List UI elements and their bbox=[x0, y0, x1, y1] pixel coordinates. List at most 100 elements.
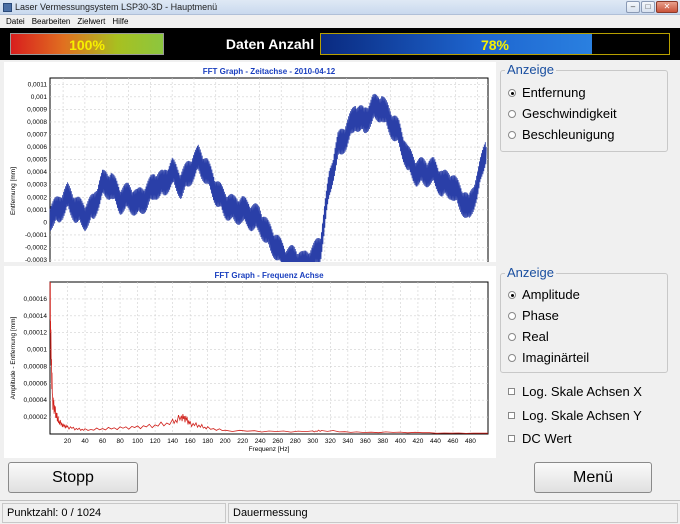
x-tick-label: 120 bbox=[150, 438, 161, 445]
anzeige-legend-2: Anzeige bbox=[505, 265, 556, 280]
window-controls: – □ ✕ bbox=[626, 1, 678, 13]
y-tick-label: 0,001 bbox=[31, 94, 48, 101]
close-button[interactable]: ✕ bbox=[656, 1, 678, 13]
x-tick-label: 20 bbox=[64, 438, 72, 445]
y-tick-label: 0,0001 bbox=[27, 347, 47, 354]
radio-imaginaerteil[interactable]: Imaginärteil bbox=[508, 350, 589, 365]
radio-real[interactable]: Real bbox=[508, 329, 549, 344]
x-tick-label: 340 bbox=[342, 438, 353, 445]
title-bar: Laser Vermessungsystem LSP30-3D - Hauptm… bbox=[0, 0, 680, 15]
radio-beschleunigung[interactable]: Beschleunigung bbox=[508, 127, 615, 142]
x-tick-label: 300 bbox=[307, 438, 318, 445]
y-tick-label: 0,00012 bbox=[24, 330, 48, 337]
x-tick-label: 440 bbox=[430, 438, 441, 445]
radio-dot bbox=[508, 311, 516, 320]
menu-bar: Datei Bearbeiten Zielwert Hilfe bbox=[0, 15, 680, 28]
radio-label: Imaginärteil bbox=[522, 350, 590, 365]
x-tick-label: 40 bbox=[81, 438, 89, 445]
y-tick-label: -0,0002 bbox=[25, 245, 47, 252]
window-title: Laser Vermessungsystem LSP30-3D - Hauptm… bbox=[15, 2, 218, 12]
y-tick-label: 0,0011 bbox=[28, 81, 48, 88]
radio-dot bbox=[508, 332, 516, 341]
x-tick-label: 220 bbox=[237, 438, 248, 445]
x-tick-label: 80 bbox=[116, 438, 124, 445]
radio-phase[interactable]: Phase bbox=[508, 308, 559, 323]
x-axis-label: Frequenz [Hz] bbox=[249, 446, 290, 453]
status-bar: Punktzahl: 0 / 1024 Dauermessung bbox=[0, 500, 680, 524]
x-tick-label: 140 bbox=[167, 438, 178, 445]
x-tick-label: 160 bbox=[185, 438, 196, 445]
frequency-graph: FFT Graph - Frequenz Achse 20 40 60 80 100 120… bbox=[4, 266, 496, 458]
y-tick-label: 0,00008 bbox=[24, 363, 48, 370]
x-tick-label: 380 bbox=[377, 438, 388, 445]
daten-anzahl-label: Daten Anzahl bbox=[225, 36, 315, 52]
frequency-graph-svg: FFT Graph - Frequenz Achse 20 40 60 80 100 120… bbox=[10, 271, 489, 453]
y-tick-label: 0,00004 bbox=[24, 397, 48, 404]
y-tick-label: 0,0002 bbox=[27, 194, 47, 201]
x-tick-label: 360 bbox=[360, 438, 371, 445]
radio-geschwindigkeit[interactable]: Geschwindigkeit bbox=[508, 106, 617, 121]
y-tick-label: 0,0008 bbox=[27, 119, 47, 126]
x-tick-label: 420 bbox=[412, 438, 423, 445]
y-axis-label: Amplitude - Entfernung [mm] bbox=[10, 316, 17, 399]
x-tick-label: 480 bbox=[465, 438, 476, 445]
y-tick-label: 0,00006 bbox=[24, 380, 48, 387]
radio-label: Beschleunigung bbox=[522, 127, 615, 142]
checkbox-label: Log. Skale Achsen X bbox=[522, 384, 642, 399]
y-tick-label: 0,0009 bbox=[27, 106, 47, 113]
radio-label: Phase bbox=[522, 308, 559, 323]
x-tick-label: 400 bbox=[395, 438, 406, 445]
radio-entfernung[interactable]: Entfernung bbox=[508, 85, 586, 100]
graph-title: FFT Graph - Zeitachse - 2010-04-12 bbox=[203, 67, 336, 76]
menu-datei[interactable]: Datei bbox=[6, 15, 25, 28]
y-tick-label: 0,0007 bbox=[27, 132, 47, 139]
menu-bearbeiten[interactable]: Bearbeiten bbox=[32, 15, 71, 28]
radio-dot bbox=[508, 130, 516, 139]
y-tick-label: 0,00002 bbox=[24, 414, 48, 421]
checkbox-label: DC Wert bbox=[522, 431, 572, 446]
x-tick-label: 200 bbox=[220, 438, 231, 445]
menu-zielwert[interactable]: Zielwert bbox=[77, 15, 105, 28]
radio-label: Real bbox=[522, 329, 549, 344]
checkbox-log-y[interactable]: Log. Skale Achsen Y bbox=[508, 408, 642, 423]
radio-label: Amplitude bbox=[522, 287, 580, 302]
time-graph: FFT Graph - Zeitachse - 2010-04-12501001… bbox=[4, 62, 496, 262]
y-tick-label: 0,0005 bbox=[27, 157, 47, 164]
maximize-button[interactable]: □ bbox=[641, 1, 655, 13]
status-punktzahl: Punktzahl: 0 / 1024 bbox=[2, 503, 226, 523]
y-tick-label: 0,0004 bbox=[27, 169, 47, 176]
radio-dot bbox=[508, 290, 516, 299]
stopp-button[interactable]: Stopp bbox=[8, 462, 138, 493]
checkbox-dc-wert[interactable]: DC Wert bbox=[508, 431, 572, 446]
minimize-button[interactable]: – bbox=[626, 1, 640, 13]
graph-title: FFT Graph - Frequenz Achse bbox=[214, 271, 324, 280]
x-tick-label: 320 bbox=[325, 438, 336, 445]
progress-bar-right: 78% bbox=[320, 33, 670, 55]
app-icon bbox=[3, 3, 12, 12]
menu-hilfe[interactable]: Hilfe bbox=[112, 15, 128, 28]
x-tick-label: 280 bbox=[290, 438, 301, 445]
checkbox-log-x[interactable]: Log. Skale Achsen X bbox=[508, 384, 642, 399]
y-tick-label: -0,0003 bbox=[25, 257, 47, 262]
y-tick-label: 0,0001 bbox=[27, 207, 47, 214]
checkbox-box bbox=[508, 388, 515, 396]
checkbox-box bbox=[508, 435, 515, 443]
time-graph-svg: FFT Graph - Zeitachse - 2010-04-12501001… bbox=[10, 67, 489, 262]
radio-dot bbox=[508, 88, 516, 97]
radio-dot bbox=[508, 109, 516, 118]
checkbox-box bbox=[508, 412, 515, 420]
x-tick-label: 260 bbox=[272, 438, 283, 445]
x-tick-label: 60 bbox=[99, 438, 107, 445]
progress-left-label: 100% bbox=[69, 37, 105, 53]
y-axis-label: Entfernung [mm] bbox=[10, 167, 17, 215]
y-tick-label: 0,00014 bbox=[24, 313, 48, 320]
x-tick-label: 460 bbox=[448, 438, 459, 445]
menu-button[interactable]: Menü bbox=[534, 462, 652, 493]
progress-right-label: 78% bbox=[480, 37, 510, 53]
radio-amplitude[interactable]: Amplitude bbox=[508, 287, 580, 302]
x-tick-label: 240 bbox=[255, 438, 266, 445]
y-tick-label: 0,0003 bbox=[27, 182, 47, 189]
radio-dot bbox=[508, 353, 516, 362]
status-mode: Dauermessung bbox=[228, 503, 678, 523]
x-tick-label: 180 bbox=[202, 438, 213, 445]
